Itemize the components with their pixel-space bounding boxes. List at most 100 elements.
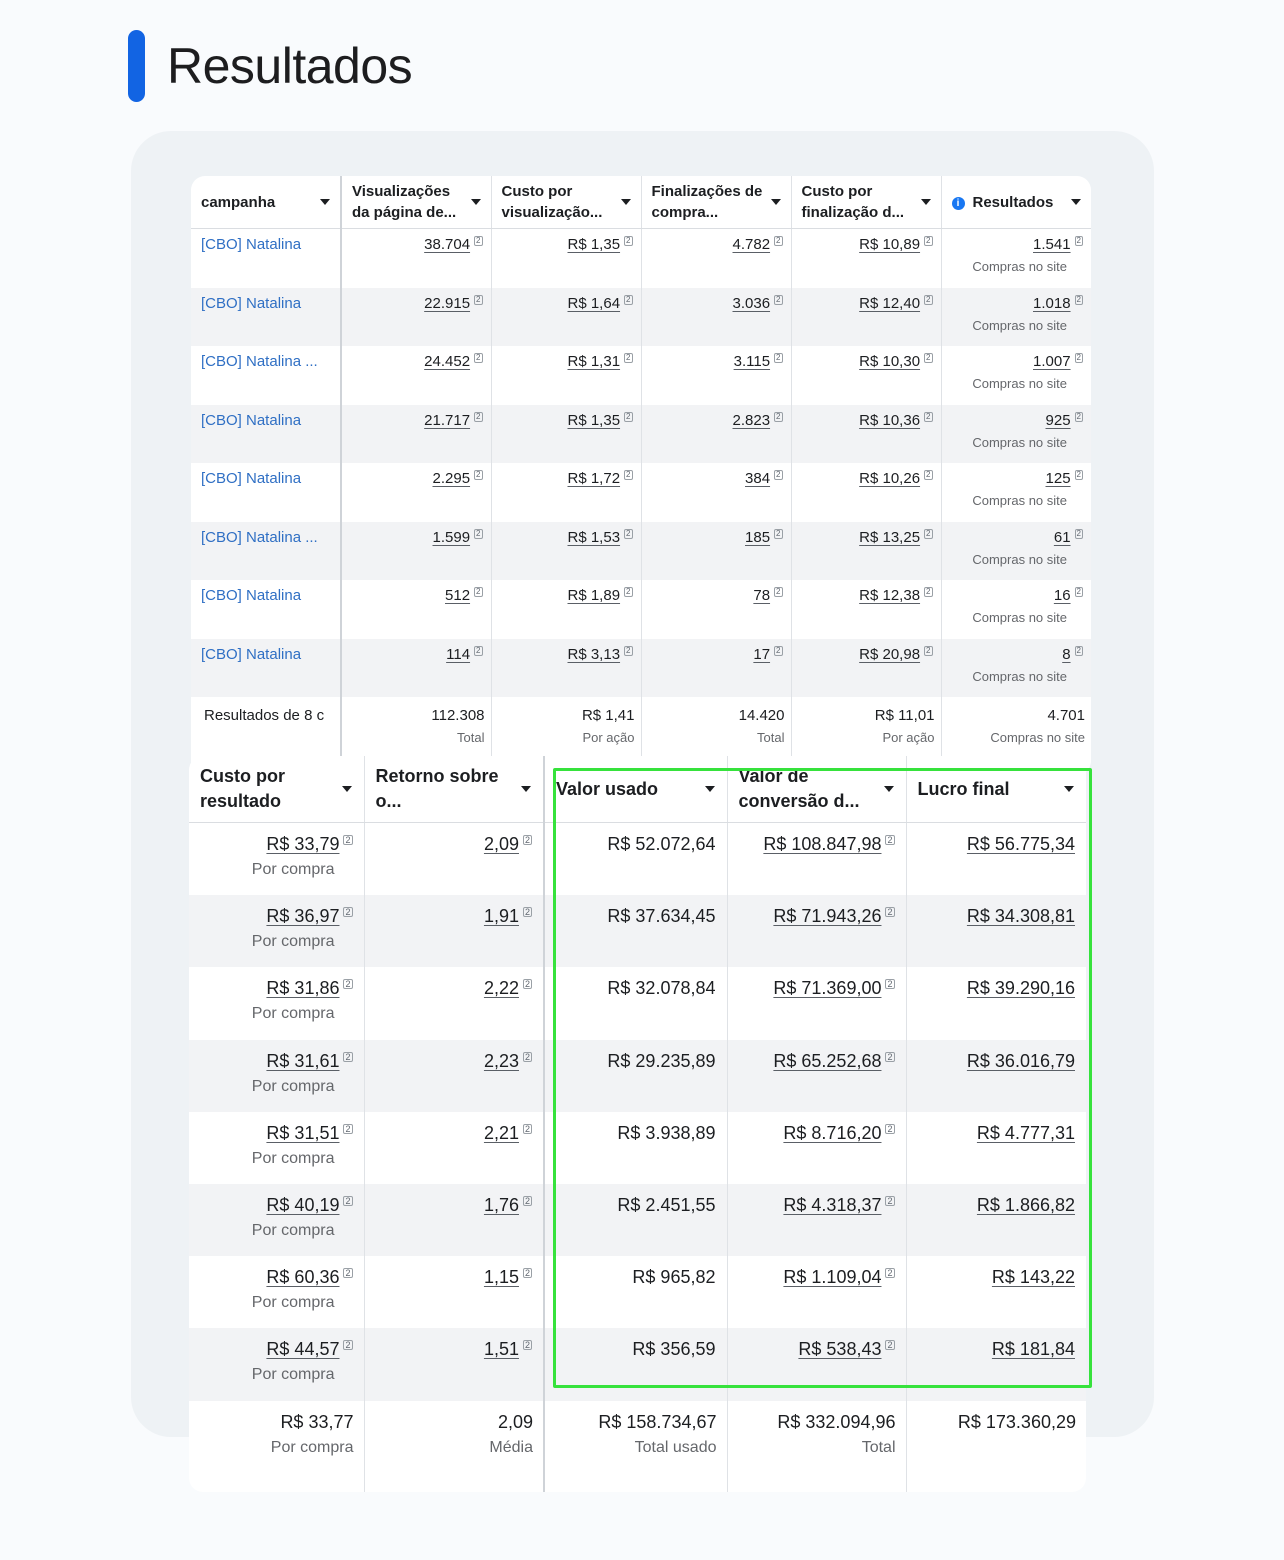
accent-bar [128,30,145,102]
results-cell: 1.541 2 Compras no site [940,228,1091,288]
cost-result-cell: R$ 33,79 2 Por compra [189,823,364,896]
col-header-cost-result[interactable]: Custo por resultado [189,756,364,823]
info-marker-icon: 2 [624,587,633,597]
campaign-link[interactable]: [CBO] Natalina [191,638,342,697]
cost-result-cell: R$ 31,86 2 Por compra [189,967,364,1039]
col-header-cost-view[interactable]: Custo por visualização... [490,176,641,229]
cost-sub: Por compra [251,933,335,951]
chevron-down-icon[interactable] [704,786,715,792]
info-marker-icon: 2 [1074,587,1083,597]
col-header-cost-checkout[interactable]: Custo por finalização d... [790,176,941,229]
col-header-spent[interactable]: Valor usado [543,756,727,823]
chevron-down-icon[interactable] [770,199,781,205]
campaign-link[interactable]: [CBO] Natalina [191,463,342,522]
results-metrics-table: Custo por resultado Retorno sobre o... V… [189,756,1086,1492]
campaign-link[interactable]: [CBO] Natalina ... [191,521,342,580]
roas-cell: 2,09 2 [363,822,545,896]
col-header-profit[interactable]: Lucro final [905,756,1086,823]
views-cell: 512 2 [340,580,491,639]
info-marker-icon: 2 [343,1195,353,1206]
campaign-link[interactable]: [CBO] Natalina [191,580,342,639]
spent-cell: R$ 2.451,55 [543,1183,727,1257]
checkouts-cell: 4.782 2 [640,228,791,288]
info-marker-icon: 2 [343,1051,353,1062]
campaign-link[interactable]: [CBO] Natalina [191,287,342,346]
col-header-views[interactable]: Visualizações da página de... [340,176,491,229]
table-row: R$ 33,79 2 Por compra 2,09 2 R$ 52.072,64 R$ 1… [189,822,1086,896]
conv-value-cell: R$ 1.109,04 2 [726,1256,906,1329]
info-marker-icon: 2 [774,353,783,363]
info-marker-icon: 2 [522,1268,532,1279]
cost-view-cell: R$ 1,89 2 [490,580,641,639]
campaign-link[interactable]: [CBO] Natalina [191,404,342,463]
roas-cell: 2,22 2 [363,967,545,1040]
chevron-down-icon[interactable] [1064,786,1074,792]
info-marker-icon: 2 [924,236,933,246]
info-marker-icon: 2 [474,587,483,597]
col-header-roas[interactable]: Retorno sobre o... [363,756,545,823]
table-row: [CBO] Natalina ... 24.452 2 R$ 1,31 2 3.115 2 R… [191,346,1091,405]
info-marker-icon: 2 [624,294,633,305]
chevron-down-icon[interactable] [320,199,330,205]
info-marker-icon: 2 [774,236,783,246]
views-cell: 38.704 2 [340,228,491,288]
info-marker-icon: 2 [774,587,783,597]
results-sub: Compras no site [972,493,1067,508]
info-marker-icon: 2 [474,411,483,422]
info-icon[interactable]: i [951,196,965,210]
views-cell: 24.452 2 [340,346,491,405]
results-cell: 61 2 Compras no site [940,521,1091,580]
roas-cell: 1,91 2 [363,895,545,968]
info-marker-icon: 2 [774,528,783,539]
info-marker-icon: 2 [343,835,353,845]
info-marker-icon: 2 [474,236,483,246]
info-marker-icon: 2 [474,294,483,305]
info-marker-icon: 2 [343,979,353,990]
profit-cell: R$ 143,22 [905,1256,1086,1329]
cost-sub: Por compra [251,861,335,878]
info-marker-icon: 2 [1074,470,1083,480]
col-header-checkouts[interactable]: Finalizações de compra... [640,176,791,229]
info-marker-icon: 2 [1074,645,1083,656]
checkouts-cell: 3.036 2 [640,287,791,346]
cost-sub: Por compra [251,1149,335,1167]
profit-cell: R$ 181,84 [905,1328,1086,1401]
col-header-results[interactable]: i Resultados [940,176,1091,229]
results-sub: Compras no site [972,434,1067,450]
chevron-down-icon[interactable] [341,786,352,792]
info-marker-icon: 2 [624,470,633,480]
info-marker-icon: 2 [774,470,783,480]
cost-checkout-cell: R$ 10,89 2 [790,228,941,288]
results-cell: 925 2 Compras no site [940,404,1091,463]
table-row: [CBO] Natalina 22.915 2 R$ 1,64 2 3.036 2 R$ 12… [191,287,1091,346]
cost-view-cell: R$ 1,35 2 [490,228,641,288]
cost-checkout-cell: R$ 20,98 2 [790,638,941,697]
campaign-link[interactable]: [CBO] Natalina ... [191,346,342,405]
col-header-conv-value[interactable]: Valor de conversão d... [726,756,906,823]
col-header-campanha[interactable]: campanha [191,176,342,229]
info-marker-icon: 2 [885,1195,895,1206]
views-cell: 1.599 2 [340,521,491,580]
cost-view-cell: R$ 1,64 2 [490,287,641,346]
chevron-down-icon[interactable] [883,786,894,792]
chevron-down-icon[interactable] [920,199,931,205]
profit-cell: R$ 39.290,16 [905,967,1086,1040]
chevron-down-icon[interactable] [1071,199,1081,205]
checkouts-cell: 17 2 [640,638,791,697]
chevron-down-icon[interactable] [470,199,481,205]
results-cell: 125 2 Compras no site [940,463,1091,522]
info-marker-icon: 2 [1074,353,1083,363]
table-row: [CBO] Natalina 2.295 2 R$ 1,72 2 384 2 R$ 10,26… [191,463,1091,522]
info-marker-icon: 2 [474,353,483,363]
cost-checkout-cell: R$ 13,25 2 [790,521,941,580]
info-marker-icon: 2 [924,411,933,422]
results-metrics-header: Custo por resultado Retorno sobre o... V… [189,756,1086,823]
campaign-link[interactable]: [CBO] Natalina [191,228,342,288]
chevron-down-icon[interactable] [620,199,631,205]
checkouts-cell: 3.115 2 [640,346,791,405]
results-sub: Compras no site [972,551,1067,567]
cost-view-cell: R$ 1,72 2 [490,463,641,522]
conv-value-cell: R$ 71.943,26 2 [726,895,906,968]
chevron-down-icon[interactable] [521,786,531,792]
checkouts-cell: 185 2 [640,521,791,580]
